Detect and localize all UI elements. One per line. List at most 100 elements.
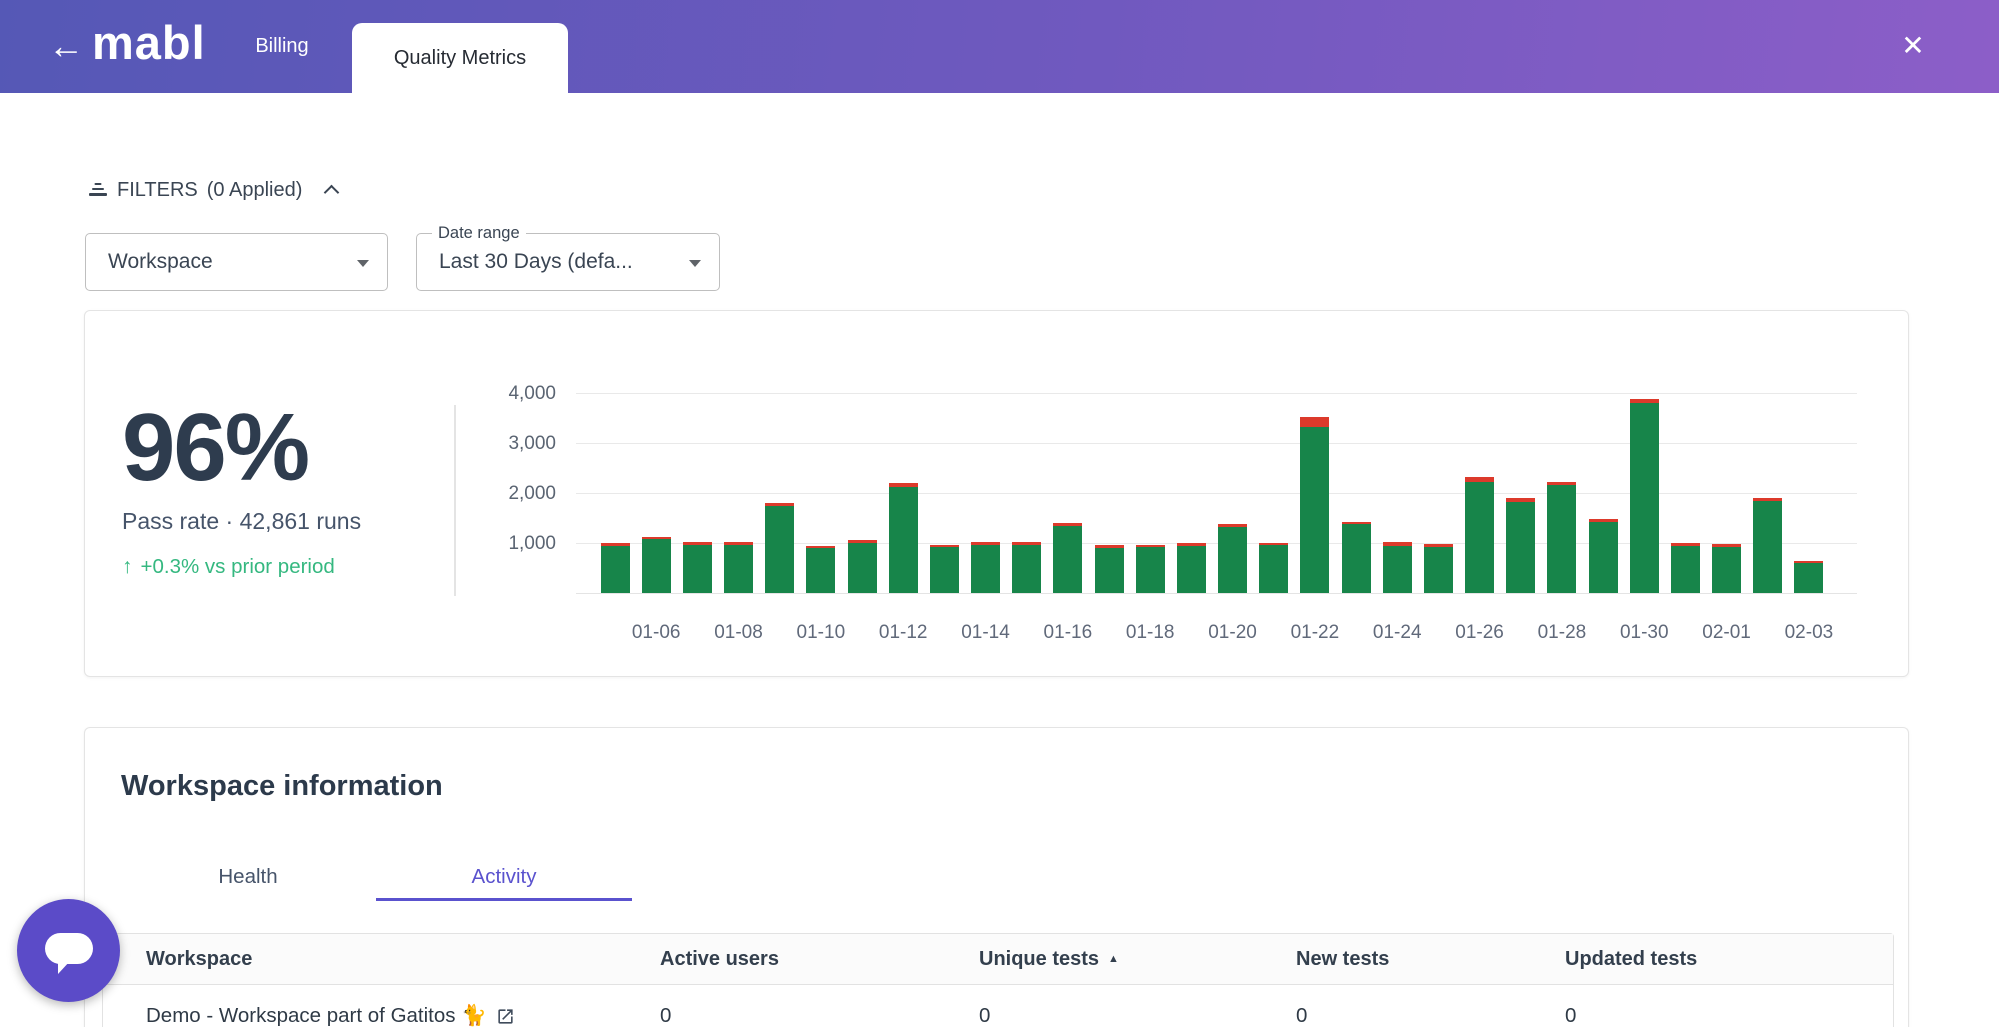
bar-passed-segment — [724, 545, 753, 594]
bar-passed-segment — [1383, 546, 1412, 593]
vertical-divider — [454, 405, 456, 596]
workspace-info-tabs: Health Activity — [120, 853, 632, 901]
tab-activity[interactable]: Activity — [376, 853, 632, 901]
bar-passed-segment — [765, 506, 794, 593]
x-axis-tick-label: 01-20 — [1208, 622, 1257, 644]
bar-01-26[interactable] — [1465, 477, 1494, 593]
active-users-value: 0 — [660, 1004, 979, 1027]
bar-01-27[interactable] — [1506, 498, 1535, 593]
column-header-workspace[interactable]: Workspace — [103, 948, 660, 971]
pass-rate-card: 96% Pass rate · 42,861 runs ↑ +0.3% vs p… — [84, 310, 1909, 677]
bar-01-17[interactable] — [1095, 545, 1124, 593]
tab-quality-metrics[interactable]: Quality Metrics — [352, 23, 568, 93]
close-icon[interactable]: ✕ — [1895, 28, 1931, 64]
bar-passed-segment — [683, 545, 712, 594]
x-axis-tick-label: 02-01 — [1702, 622, 1751, 644]
bar-passed-segment — [1136, 547, 1165, 593]
bar-passed-segment — [1671, 546, 1700, 593]
bar-01-28[interactable] — [1547, 482, 1576, 593]
bar-01-12[interactable] — [889, 483, 918, 593]
x-axis-baseline — [576, 593, 1857, 594]
workspace-information-card: Workspace information Health Activity Wo… — [84, 727, 1909, 1027]
chat-bubble-icon — [41, 925, 97, 977]
bar-01-14[interactable] — [971, 542, 1000, 593]
bar-passed-segment — [1547, 485, 1576, 594]
bar-01-23[interactable] — [1342, 522, 1371, 594]
bar-01-25[interactable] — [1424, 544, 1453, 593]
bar-passed-segment — [971, 545, 1000, 594]
bar-01-22[interactable] — [1300, 417, 1329, 593]
new-tests-value: 0 — [1296, 1004, 1565, 1027]
sort-ascending-icon: ▲ — [1108, 953, 1119, 965]
app-bar: ← mabl Billing Quality Metrics ✕ — [0, 0, 1999, 93]
pass-rate-value: 96% — [122, 397, 462, 499]
bar-passed-segment — [1095, 548, 1124, 594]
gridline — [576, 493, 1857, 494]
tab-billing-label: Billing — [255, 35, 308, 58]
bar-01-15[interactable] — [1012, 542, 1041, 593]
column-header-unique-tests[interactable]: Unique tests ▲ — [979, 948, 1296, 971]
bar-01-06[interactable] — [642, 537, 671, 594]
x-axis-tick-label: 01-08 — [714, 622, 763, 644]
bar-01-21[interactable] — [1259, 543, 1288, 594]
table-header-row: Workspace Active users Unique tests ▲ Ne… — [103, 934, 1893, 985]
tab-billing[interactable]: Billing — [222, 0, 342, 93]
column-header-new-tests[interactable]: New tests — [1296, 948, 1565, 971]
y-axis-tick-label: 1,000 — [474, 533, 556, 555]
tab-health[interactable]: Health — [120, 853, 376, 901]
bar-01-10[interactable] — [806, 546, 835, 594]
bar-02-03[interactable] — [1794, 561, 1823, 594]
bar-passed-segment — [1300, 427, 1329, 593]
bar-01-24[interactable] — [1383, 542, 1412, 594]
bar-01-29[interactable] — [1589, 519, 1618, 593]
bar-passed-segment — [1177, 546, 1206, 594]
bar-02-01[interactable] — [1712, 544, 1741, 593]
bar-passed-segment — [1753, 501, 1782, 594]
x-axis-tick-label: 01-12 — [879, 622, 928, 644]
external-link-icon[interactable] — [496, 1007, 515, 1026]
table-row[interactable]: Demo - Workspace part of Gatitos 🐈 0 0 0… — [103, 985, 1893, 1027]
bar-01-09[interactable] — [765, 503, 794, 593]
x-axis-tick-label: 01-26 — [1455, 622, 1504, 644]
workspace-filter-value: Workspace — [108, 234, 213, 290]
bar-passed-segment — [806, 548, 835, 593]
y-axis-tick-label: 3,000 — [474, 433, 556, 455]
workspace-link-cell[interactable]: Demo - Workspace part of Gatitos 🐈 — [103, 1004, 660, 1027]
bar-passed-segment — [1259, 545, 1288, 593]
bar-01-20[interactable] — [1218, 524, 1247, 593]
up-arrow-icon: ↑ — [122, 555, 133, 579]
pass-rate-subtitle: Pass rate · 42,861 runs — [122, 508, 462, 535]
workspace-filter-select[interactable]: Workspace — [85, 233, 388, 291]
date-range-select[interactable]: Date range Last 30 Days (defa... — [416, 233, 720, 291]
chat-launcher-button[interactable] — [17, 899, 120, 1002]
x-axis-tick-label: 01-06 — [632, 622, 681, 644]
bar-passed-segment — [1218, 527, 1247, 594]
unique-tests-value: 0 — [979, 1004, 1296, 1027]
bar-01-18[interactable] — [1136, 545, 1165, 594]
activity-table: Workspace Active users Unique tests ▲ Ne… — [102, 933, 1894, 1027]
updated-tests-value: 0 — [1565, 1004, 1893, 1027]
back-arrow-icon[interactable]: ← — [46, 22, 86, 70]
chevron-down-icon — [689, 260, 701, 267]
bar-01-11[interactable] — [848, 540, 877, 593]
chevron-down-icon — [357, 260, 369, 267]
bar-01-30[interactable] — [1630, 399, 1659, 593]
filter-icon — [88, 183, 107, 198]
tab-health-label: Health — [218, 865, 277, 889]
workspace-name: Demo - Workspace part of Gatitos 🐈 — [146, 1004, 487, 1027]
x-axis-tick-label: 01-10 — [797, 622, 846, 644]
bar-01-13[interactable] — [930, 545, 959, 594]
bar-01-08[interactable] — [724, 542, 753, 593]
bar-passed-segment — [1012, 545, 1041, 594]
bar-passed-segment — [1424, 547, 1453, 594]
column-header-updated-tests[interactable]: Updated tests — [1565, 948, 1893, 971]
bar-02-02[interactable] — [1753, 498, 1782, 593]
bar-01-07[interactable] — [683, 542, 712, 593]
bar-01-16[interactable] — [1053, 523, 1082, 593]
x-axis-tick-label: 01-18 — [1126, 622, 1175, 644]
filters-toggle[interactable]: FILTERS (0 Applied) — [88, 176, 337, 204]
bar-01-19[interactable] — [1177, 543, 1206, 593]
bar-01-05[interactable] — [601, 543, 630, 593]
column-header-active-users[interactable]: Active users — [660, 948, 979, 971]
bar-01-31[interactable] — [1671, 543, 1700, 593]
